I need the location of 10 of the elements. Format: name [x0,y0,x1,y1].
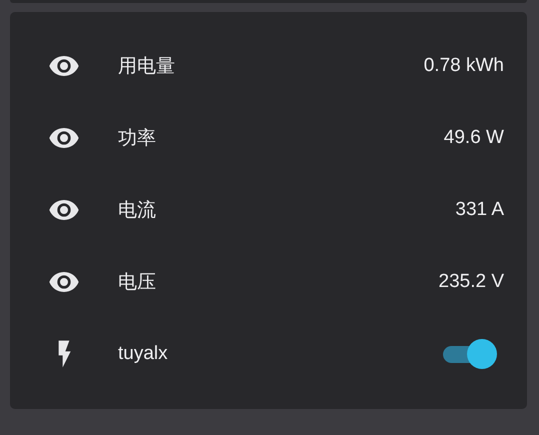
entity-value: 0.78 kWh [424,55,504,77]
entity-name: 电压 [118,271,157,295]
entity-value: 235.2 V [438,271,504,293]
entity-name: tuyalx [118,343,169,365]
entity-value: 331 A [455,199,504,221]
entity-name: 功率 [118,127,157,151]
entity-name: 用电量 [118,55,176,79]
entity-value: 49.6 W [444,127,504,149]
entity-name: 电流 [118,199,157,223]
toggle-switch[interactable] [443,339,497,369]
